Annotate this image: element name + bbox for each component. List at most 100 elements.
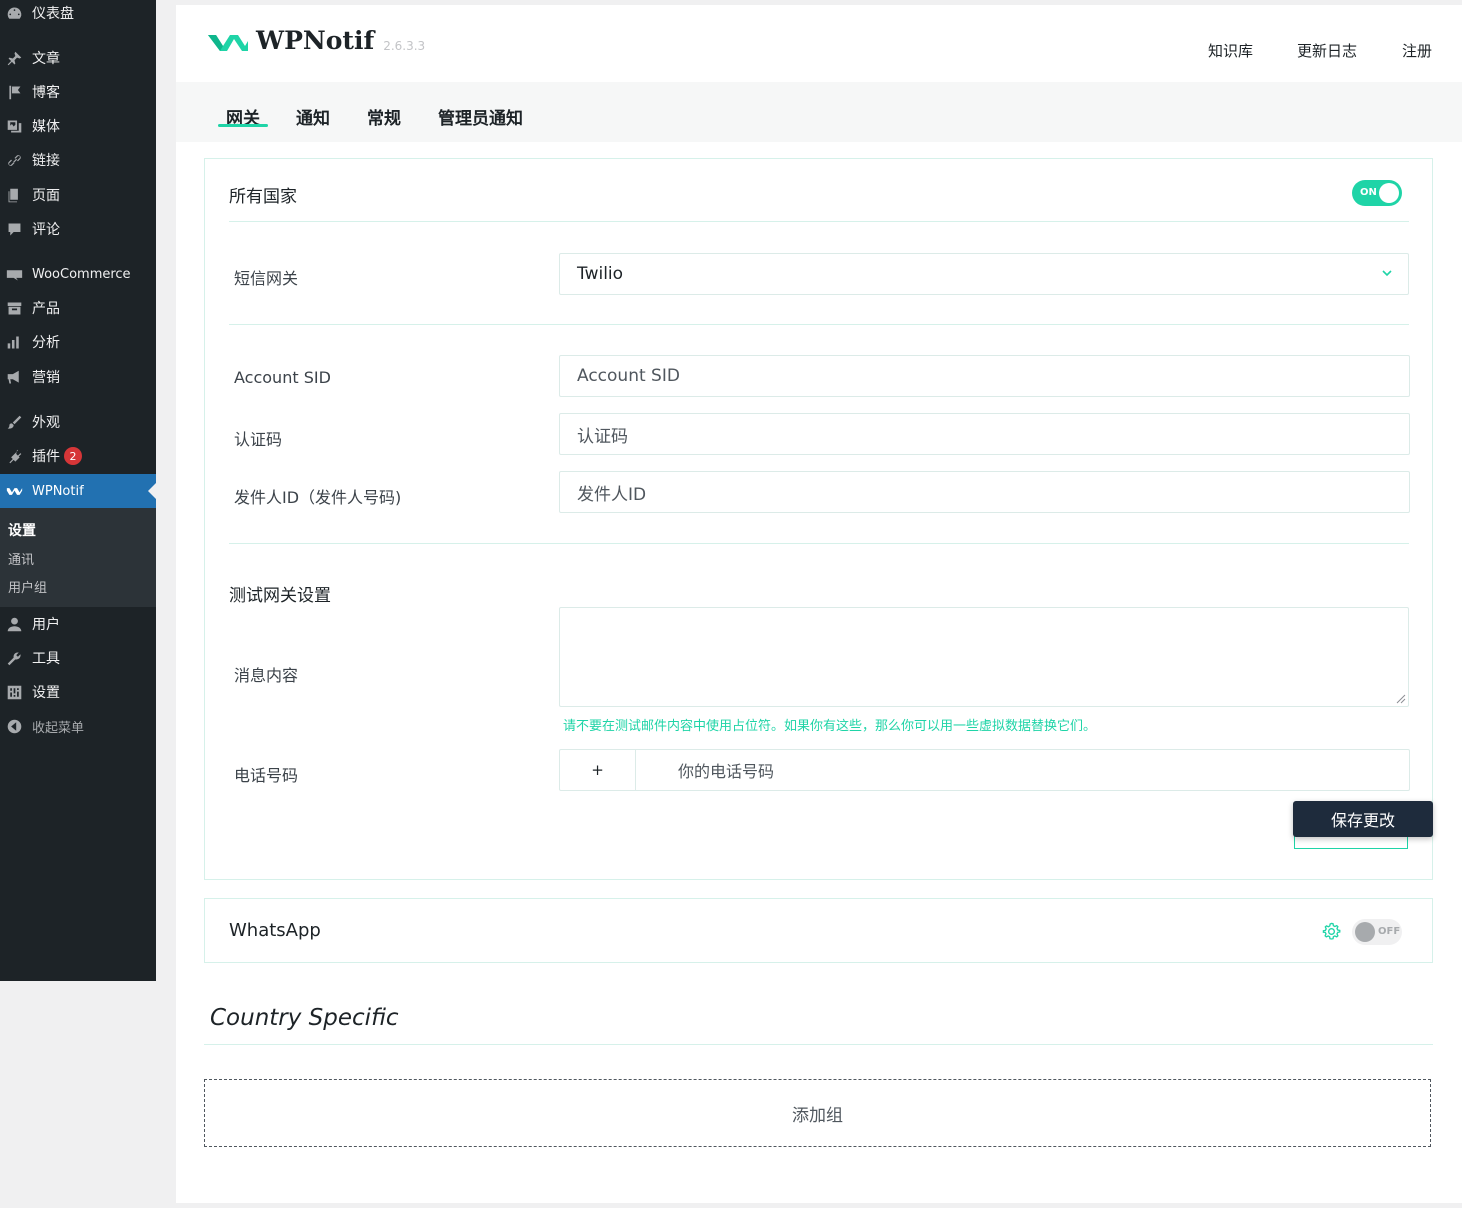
menu-label: 插件 [32,449,60,465]
wrench-icon [5,649,23,667]
menu-label: 设置 [32,685,60,701]
menu-label: WPNotif [32,483,84,499]
message-content-textarea[interactable] [559,607,1409,707]
menu-label: 分析 [32,335,60,351]
divider [229,324,1409,325]
menu-label: 文章 [32,51,60,67]
auth-token-label: 认证码 [234,430,283,449]
message-content-label: 消息内容 [234,666,299,685]
toggle-knob [1379,183,1399,203]
menu-item-marketing[interactable]: 营销 [0,360,156,394]
tab-notifications[interactable]: 通知 [296,104,330,129]
divider [229,543,1409,544]
menu-label: 链接 [32,153,60,169]
add-group-button[interactable]: 添加组 [204,1079,1431,1147]
phone-number-input[interactable]: + 你的电话号码 [559,749,1410,791]
menu-item-links[interactable]: 链接 [0,143,156,177]
collapse-menu-button[interactable]: 收起菜单 [0,709,156,743]
chevron-down-icon [1382,270,1392,277]
selected-value: Twilio [577,264,624,284]
menu-item-woocommerce[interactable]: WooCommerce [0,257,156,291]
menu-label: 产品 [32,301,60,317]
toggle-state-label: OFF [1378,926,1401,937]
whatsapp-toggle[interactable]: OFF [1352,919,1402,945]
sms-gateway-select[interactable]: Twilio [559,253,1409,295]
gear-icon[interactable] [1322,922,1341,941]
sms-gateway-label: 短信网关 [234,269,299,288]
menu-label: 收起菜单 [32,720,85,736]
menu-item-media[interactable]: 媒体 [0,109,156,143]
submenu-item-settings[interactable]: 设置 [8,520,36,540]
toggle-state-label: ON [1360,187,1377,198]
register-link[interactable]: 注册 [1402,40,1432,61]
menu-item-appearance[interactable]: 外观 [0,405,156,439]
link-icon [5,151,23,169]
menu-label: 工具 [32,651,60,667]
input-placeholder: 发件人ID [577,484,647,505]
tab-general[interactable]: 常规 [367,104,401,129]
menu-item-users[interactable]: 用户 [0,607,156,641]
menu-item-settings[interactable]: 设置 [0,675,156,709]
sender-id-input[interactable]: 发件人ID [559,471,1410,513]
woo-icon [5,265,23,283]
menu-item-comments[interactable]: 评论 [0,212,156,246]
menu-item-tools[interactable]: 工具 [0,641,156,675]
menu-item-analytics[interactable]: 分析 [0,325,156,359]
menu-item-blog[interactable]: 博客 [0,75,156,109]
update-count-badge: 2 [64,447,82,465]
toggle-knob [1355,922,1375,942]
menu-item-plugins[interactable]: 插件 2 [0,439,156,473]
brand-name: WPNotif [256,26,375,55]
placeholder-hint: 请不要在测试邮件内容中使用占位符。如果你有这些，那么你可以用一些虚拟数据替换它们… [563,719,1097,734]
settings-icon [5,683,23,701]
menu-label: 博客 [32,85,60,101]
active-tab-indicator [218,124,268,127]
menu-label: 营销 [32,370,60,386]
wpnotif-icon [5,482,23,500]
comment-icon [5,220,23,238]
settings-panel: WPNotif 2.6.3.3 知识库 更新日志 注册 网关 通知 常规 管理员… [176,5,1462,1203]
menu-item-wpnotif[interactable]: WPNotif [0,474,156,508]
bar-chart-icon [5,333,23,351]
country-specific-heading: Country Specific [210,1005,399,1031]
collapse-icon [5,717,23,735]
megaphone-icon [5,368,23,386]
pushpin-icon [5,49,23,67]
whatsapp-card: WhatsApp OFF [204,898,1433,963]
menu-item-pages[interactable]: 页面 [0,178,156,212]
wpnotif-submenu: 设置 通讯 用户组 [0,508,156,607]
input-placeholder: Account SID [577,366,680,386]
flag-icon [5,83,23,101]
menu-item-dashboard[interactable]: 仪表盘 [0,0,156,30]
country-code-prefix[interactable]: + [560,750,636,790]
tab-admin-notifications[interactable]: 管理员通知 [438,104,523,129]
menu-label: 媒体 [32,119,60,135]
resize-handle-icon[interactable] [1394,692,1406,704]
input-placeholder: 认证码 [577,426,628,447]
menu-item-products[interactable]: 产品 [0,291,156,325]
account-sid-input[interactable]: Account SID [559,355,1410,397]
submenu-item-user-groups[interactable]: 用户组 [8,577,47,596]
dashboard-icon [5,4,23,22]
phone-number-label: 电话号码 [234,766,299,785]
menu-label: 外观 [32,415,60,431]
changelog-link[interactable]: 更新日志 [1297,40,1357,61]
brush-icon [5,413,23,431]
wpnotif-logo-icon [208,35,248,51]
knowledge-base-link[interactable]: 知识库 [1208,40,1253,61]
brand: WPNotif 2.6.3.3 [206,27,425,55]
menu-item-posts[interactable]: 文章 [0,41,156,75]
account-sid-label: Account SID [234,368,331,387]
user-icon [5,615,23,633]
save-changes-button[interactable]: 保存更改 [1293,801,1433,837]
submenu-item-newsletter[interactable]: 通讯 [8,549,34,568]
sender-id-label: 发件人ID（发件人号码) [234,488,402,507]
divider [204,1044,1433,1045]
save-button-outline [1294,835,1408,849]
version-label: 2.6.3.3 [383,39,426,53]
plugin-icon [5,447,23,465]
all-countries-toggle[interactable]: ON [1352,180,1402,206]
auth-token-input[interactable]: 认证码 [559,413,1410,455]
menu-label: 页面 [32,188,60,204]
archive-icon [5,299,23,317]
